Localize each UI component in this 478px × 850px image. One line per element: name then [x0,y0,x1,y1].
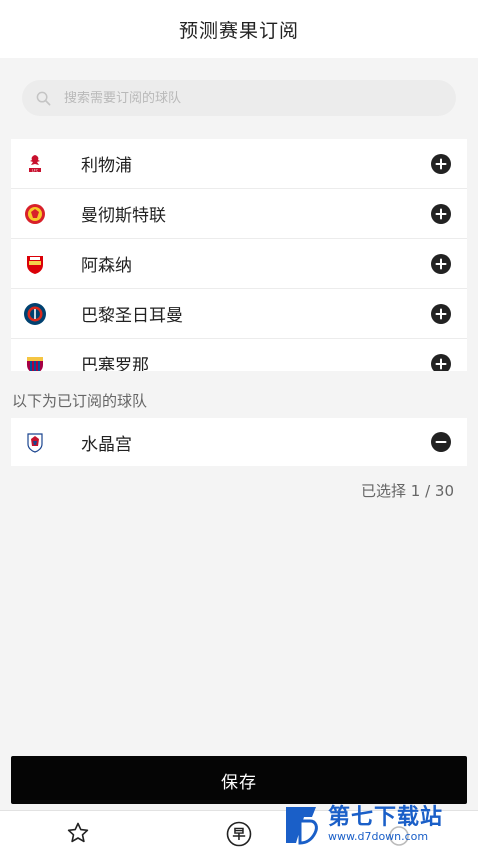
team-row-arsenal[interactable]: 阿森纳 [11,239,467,289]
team-list[interactable]: LFC 利物浦 曼彻斯特联 阿森纳 巴黎圣日耳曼 巴塞罗那 [11,139,467,371]
selection-count: 已选择 1 / 30 [361,482,454,500]
add-team-button[interactable] [431,303,451,324]
watermark: 第七下载站 www.d7down.com [282,800,478,850]
psg-logo [23,302,47,326]
liverpool-logo: LFC [23,152,47,176]
team-row-crystal-palace[interactable]: 水晶宫 [11,418,467,466]
team-row-liverpool[interactable]: LFC 利物浦 [11,139,467,189]
add-team-button[interactable] [431,153,451,174]
team-name: 水晶宫 [81,434,132,455]
watermark-title: 第七下载站 [328,805,444,830]
subscribed-section-title: 以下为已订阅的球队 [12,392,148,410]
team-row-psg[interactable]: 巴黎圣日耳曼 [11,289,467,339]
search-bar[interactable] [22,80,456,116]
save-button[interactable]: 保存 [11,756,467,804]
star-icon[interactable] [66,821,90,849]
add-team-button[interactable] [431,253,451,274]
team-name: 曼彻斯特联 [81,206,166,226]
watermark-url: www.d7down.com [328,830,429,843]
search-icon [34,89,52,107]
watermark-text: 第七下载站 www.d7down.com [328,806,443,844]
team-row-barcelona[interactable]: 巴塞罗那 [11,339,467,371]
svg-text:LFC: LFC [32,168,39,172]
manchester-united-logo [23,202,47,226]
remove-team-button[interactable] [431,432,451,452]
crystal-palace-logo [23,430,47,454]
add-team-button[interactable] [431,353,451,371]
team-row-manchester-united[interactable]: 曼彻斯特联 [11,189,467,239]
team-name: 利物浦 [81,156,132,176]
zao-glyph: 早 [232,828,245,843]
header: 预测赛果订阅 [0,0,478,58]
page-title: 预测赛果订阅 [178,19,299,42]
search-input[interactable] [64,90,424,106]
barcelona-logo [23,352,47,371]
arsenal-logo [23,252,47,276]
watermark-logo [282,803,322,847]
team-name: 巴黎圣日耳曼 [81,306,183,326]
zao-icon[interactable]: 早 [226,821,252,850]
team-name: 巴塞罗那 [81,356,149,371]
team-name: 阿森纳 [81,256,132,276]
add-team-button[interactable] [431,203,451,224]
subscribed-team-list[interactable]: 水晶宫 [11,418,467,466]
